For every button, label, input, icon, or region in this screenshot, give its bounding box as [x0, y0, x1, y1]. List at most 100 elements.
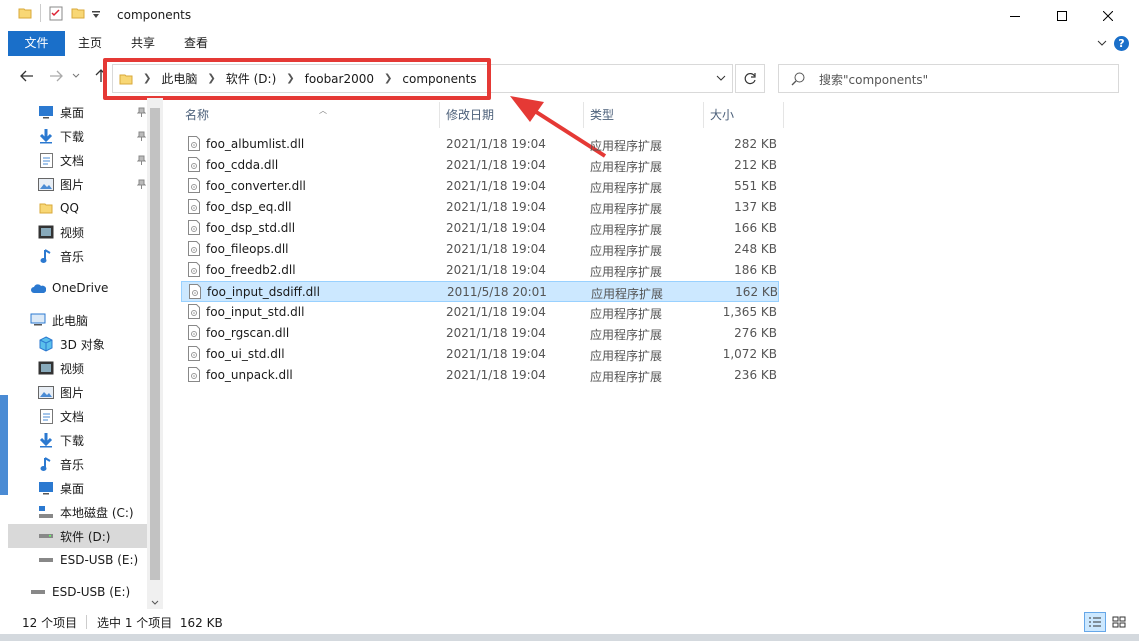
file-modified-date: 2021/1/18 19:04: [446, 242, 546, 256]
nav-label: 3D 对象: [60, 337, 105, 352]
nav-quick-music[interactable]: 音乐: [8, 244, 148, 268]
search-box[interactable]: 搜索"components": [778, 64, 1119, 93]
nav-pc-videos[interactable]: 视频: [8, 356, 148, 380]
tab-view[interactable]: 查看: [174, 31, 218, 56]
file-size: 282 KB: [734, 137, 777, 151]
file-size: 137 KB: [734, 200, 777, 214]
column-header-date[interactable]: 修改日期: [440, 102, 584, 128]
drive-icon: [38, 552, 54, 568]
tab-share[interactable]: 共享: [121, 31, 165, 56]
file-name: foo_input_dsdiff.dll: [207, 285, 320, 299]
taskbar-edge: [0, 634, 1139, 641]
table-row[interactable]: foo_input_dsdiff.dll 2011/5/18 20:01 应用程序扩…: [181, 281, 779, 302]
large-icons-view-button[interactable]: [1108, 612, 1130, 632]
tab-file[interactable]: 文件: [8, 31, 65, 56]
nav-pc-desktop[interactable]: 桌面: [8, 476, 148, 500]
nav-pc-drive-d[interactable]: 软件 (D:): [8, 524, 148, 548]
nav-pc-drive-c[interactable]: 本地磁盘 (C:): [8, 500, 148, 524]
file-type: 应用程序扩展: [591, 287, 664, 301]
ribbon: 文件 主页 共享 查看 ?: [0, 31, 1139, 56]
nav-label: 下载: [60, 129, 85, 144]
nav-pc-documents[interactable]: 文档: [8, 404, 148, 428]
back-button[interactable]: [19, 68, 35, 84]
nav-label: 下载: [60, 433, 85, 448]
properties-icon[interactable]: [49, 6, 63, 24]
desktop-icon: [38, 480, 54, 496]
nav-label: 桌面: [60, 481, 85, 496]
maximize-button[interactable]: [1039, 0, 1085, 31]
file-modified-date: 2021/1/18 19:04: [446, 221, 546, 235]
table-row[interactable]: foo_fileops.dll 2021/1/18 19:04 应用程序扩展 248 …: [181, 239, 779, 260]
refresh-button[interactable]: [735, 64, 765, 93]
minimize-button[interactable]: [992, 0, 1038, 31]
file-type: 应用程序扩展: [590, 244, 663, 258]
table-row[interactable]: foo_rgscan.dll 2021/1/18 19:04 应用程序扩展 276 K…: [181, 323, 779, 344]
table-row[interactable]: foo_freedb2.dll 2021/1/18 19:04 应用程序扩展 186 …: [181, 260, 779, 281]
nav-label: 图片: [60, 177, 85, 192]
column-header-name[interactable]: 名称 ︿: [179, 102, 440, 128]
file-name: foo_dsp_eq.dll: [206, 200, 292, 214]
help-button[interactable]: ?: [1114, 36, 1129, 51]
nav-quick-qq[interactable]: QQ: [8, 196, 148, 220]
nav-quick-downloads[interactable]: 下载: [8, 124, 148, 148]
table-row[interactable]: foo_unpack.dll 2021/1/18 19:04 应用程序扩展 236 K…: [181, 365, 779, 386]
table-row[interactable]: foo_albumlist.dll 2021/1/18 19:04 应用程序扩展 28…: [181, 134, 779, 155]
drive-icon: [30, 584, 46, 600]
file-size: 212 KB: [734, 158, 777, 172]
3d-objects-icon: [38, 336, 54, 352]
navigation-scrollbar[interactable]: [147, 98, 163, 609]
file-size: 276 KB: [734, 326, 777, 340]
file-modified-date: 2021/1/18 19:04: [446, 158, 546, 172]
nav-pc-drive-e[interactable]: ESD-USB (E:): [8, 548, 148, 572]
table-row[interactable]: foo_ui_std.dll 2021/1/18 19:04 应用程序扩展 1,072…: [181, 344, 779, 365]
file-name: foo_cdda.dll: [206, 158, 279, 172]
details-view-button[interactable]: [1084, 612, 1106, 632]
file-modified-date: 2021/1/18 19:04: [446, 200, 546, 214]
address-history-button[interactable]: [716, 72, 726, 86]
chevron-down-icon[interactable]: [151, 595, 159, 609]
nav-pc-music[interactable]: 音乐: [8, 452, 148, 476]
close-button[interactable]: [1085, 0, 1131, 31]
nav-label: 此电脑: [52, 313, 89, 328]
column-header-type[interactable]: 类型: [584, 102, 704, 128]
nav-pc-3d-objects[interactable]: 3D 对象: [8, 332, 148, 356]
customize-toolbar-icon[interactable]: [92, 9, 101, 23]
pin-icon[interactable]: [136, 130, 147, 144]
close-icon: [1103, 10, 1113, 21]
table-row[interactable]: foo_cdda.dll 2021/1/18 19:04 应用程序扩展 212 KB: [181, 155, 779, 176]
column-header-size[interactable]: 大小: [704, 102, 784, 128]
minimize-icon: [1010, 15, 1020, 17]
nav-usb-drive-e[interactable]: ESD-USB (E:): [8, 580, 148, 604]
nav-onedrive[interactable]: OneDrive: [8, 276, 148, 300]
nav-pc-pictures[interactable]: 图片: [8, 380, 148, 404]
nav-this-pc[interactable]: 此电脑: [8, 308, 148, 332]
dll-file-icon: [188, 367, 200, 385]
nav-pc-downloads[interactable]: 下载: [8, 428, 148, 452]
file-modified-date: 2021/1/18 19:04: [446, 305, 546, 319]
expand-ribbon-icon[interactable]: [1097, 37, 1107, 51]
table-row[interactable]: foo_converter.dll 2021/1/18 19:04 应用程序扩展 55…: [181, 176, 779, 197]
pin-icon[interactable]: [136, 154, 147, 168]
folder-icon: [38, 200, 54, 216]
table-row[interactable]: foo_input_std.dll 2021/1/18 19:04 应用程序扩展 1,…: [181, 302, 779, 323]
search-input[interactable]: 搜索"components": [819, 71, 928, 88]
nav-quick-videos[interactable]: 视频: [8, 220, 148, 244]
recent-locations-button[interactable]: [71, 68, 81, 84]
new-folder-icon[interactable]: [71, 6, 85, 23]
nav-quick-desktop[interactable]: 桌面: [8, 100, 148, 124]
drive-icon: [38, 528, 54, 544]
table-row[interactable]: foo_dsp_eq.dll 2021/1/18 19:04 应用程序扩展 137 K…: [181, 197, 779, 218]
nav-quick-pictures[interactable]: 图片: [8, 172, 148, 196]
scrollbar-thumb[interactable]: [150, 108, 160, 580]
nav-label: 本地磁盘 (C:): [60, 505, 134, 520]
table-row[interactable]: foo_dsp_std.dll 2021/1/18 19:04 应用程序扩展 166 …: [181, 218, 779, 239]
file-name: foo_ui_std.dll: [206, 347, 285, 361]
column-label: 名称: [185, 108, 210, 122]
pin-icon[interactable]: [136, 178, 147, 192]
tab-home[interactable]: 主页: [68, 31, 112, 56]
nav-quick-documents[interactable]: 文档: [8, 148, 148, 172]
sort-ascending-icon: ︿: [319, 106, 327, 115]
pin-icon[interactable]: [136, 106, 147, 120]
forward-button[interactable]: [48, 68, 64, 84]
file-modified-date: 2021/1/18 19:04: [446, 326, 546, 340]
